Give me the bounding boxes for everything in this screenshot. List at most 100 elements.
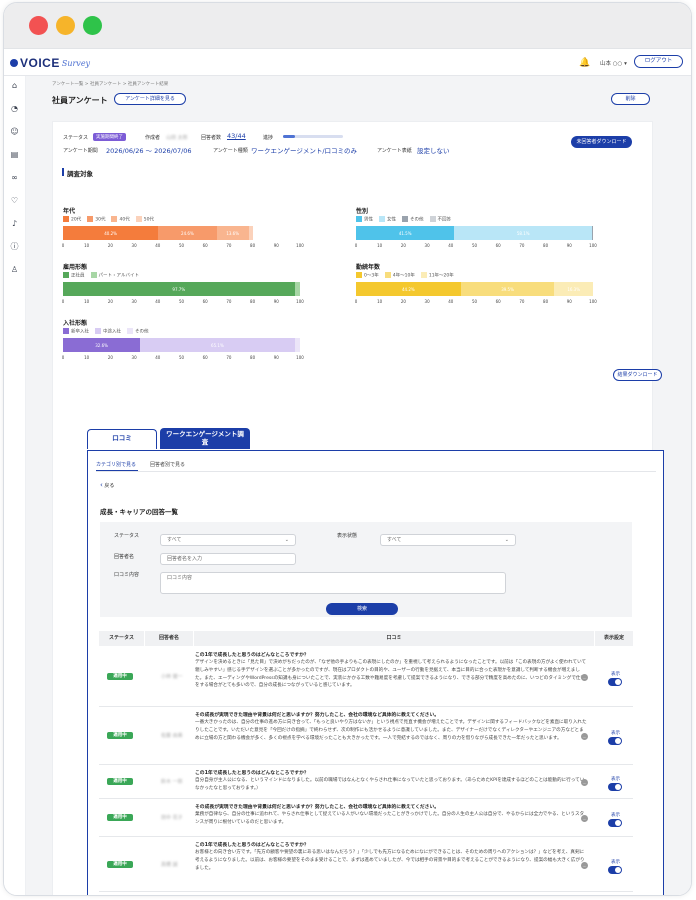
- tick-label: 80: [543, 299, 549, 304]
- tick-label: 20: [107, 243, 113, 248]
- more-icon[interactable]: …: [581, 861, 588, 869]
- delete-button[interactable]: 削除: [611, 93, 650, 105]
- display-toggle-label: 表示: [611, 813, 620, 818]
- bell-icon[interactable]: 🔔: [579, 58, 590, 68]
- more-icon[interactable]: …: [581, 733, 588, 740]
- tick-label: 40: [155, 355, 161, 360]
- x-axis-ticks: 0 10 20 30 40 50 60 70 80 90 100: [355, 299, 597, 305]
- legend-swatch: [63, 272, 69, 278]
- bar-data-label: 39.5%: [501, 286, 514, 292]
- voice-survey-logo[interactable]: VOICE Survey: [10, 56, 90, 70]
- header-status: ステータス: [99, 631, 144, 646]
- document-icon[interactable]: ▤: [9, 149, 20, 160]
- legend-item: 4年〜10年: [384, 272, 415, 279]
- respondents-value[interactable]: 43/44: [227, 132, 246, 140]
- legend-item: パート・アルバイト: [90, 272, 139, 279]
- unanswered-download-button[interactable]: 未回答者ダウンロード: [571, 136, 632, 148]
- more-icon[interactable]: …: [581, 674, 588, 681]
- bar-data-label: 65.1%: [211, 342, 224, 348]
- subtab-by-respondent[interactable]: 回答者別で見る: [150, 461, 185, 468]
- display-toggle[interactable]: [608, 819, 622, 827]
- chart-title: 性別: [356, 208, 369, 215]
- answer-text: デザインを決めるときに「見た目」で決めがちだったのが、「なぜ他の手よりもこの表現…: [195, 660, 587, 689]
- legend-swatch: [127, 328, 133, 334]
- tick-label: 100: [296, 299, 304, 304]
- tick-label: 100: [296, 243, 304, 248]
- tick-label: 30: [131, 243, 137, 248]
- section-marker: [62, 168, 64, 176]
- legend-label: 30代: [95, 217, 106, 223]
- tick-label: 30: [424, 299, 430, 304]
- tick-label: 20: [107, 355, 113, 360]
- legend-swatch: [90, 272, 97, 278]
- user-menu[interactable]: 山本 ○○ ▾: [600, 59, 627, 67]
- close-dot[interactable]: [29, 16, 48, 35]
- tick-label: 20: [107, 299, 113, 304]
- filter-name-input[interactable]: 回答者名を入力: [160, 553, 296, 565]
- chart-title: 雇用形態: [63, 264, 88, 271]
- display-toggle-label: 表示: [611, 672, 620, 677]
- users-icon[interactable]: ☺: [9, 126, 20, 137]
- tick-label: 80: [250, 243, 256, 248]
- legend-swatch: [384, 272, 391, 278]
- chat-icon[interactable]: ◔: [9, 103, 20, 114]
- legend-label: 4年〜10年: [392, 273, 415, 279]
- chart-legend: 20代 30代 40代 50代: [63, 216, 154, 223]
- chevron-down-icon: ⌄: [284, 537, 289, 543]
- filter-status-value: すべて: [167, 537, 182, 543]
- legend-label: 正社員: [71, 273, 85, 279]
- survey-detail-button[interactable]: アンケート詳細を見る: [114, 93, 186, 105]
- tick-label: 70: [226, 299, 232, 304]
- display-toggle-label: 表示: [611, 777, 620, 782]
- status-badge: 適用中: [107, 673, 133, 680]
- maximize-dot[interactable]: [83, 16, 102, 35]
- stacked-bar: 40.2% 24.6% 13.6%: [63, 226, 300, 240]
- tick-label: 50: [178, 243, 185, 248]
- account-icon[interactable]: ♙: [9, 264, 20, 275]
- filter-display-select[interactable]: すべて ⌄: [380, 534, 516, 546]
- minimize-dot[interactable]: [56, 16, 75, 35]
- result-download-button[interactable]: 結果ダウンロード: [613, 369, 662, 381]
- tick-label: 60: [202, 299, 208, 304]
- respondent-name: 田中 花子: [161, 815, 183, 821]
- logout-button[interactable]: ログアウト: [634, 55, 683, 68]
- main-content: アンケート一覧 > 社員アンケート > 社員アンケート結果 社員アンケート アン…: [26, 76, 691, 895]
- filter-box: ステータス すべて ⌄ 表示状態 すべて ⌄ 回答者名 回答者名を入力 口コミ内容 …: [100, 522, 632, 617]
- tick-label: 50: [178, 355, 185, 360]
- filter-comment-input[interactable]: 口コミ内容: [160, 572, 506, 594]
- bar-segment: 40.2%: [63, 226, 159, 240]
- top-bar: VOICE Survey 🔔 山本 ○○ ▾ ログアウト: [4, 49, 691, 76]
- display-toggle[interactable]: [608, 678, 622, 686]
- more-icon[interactable]: …: [581, 815, 588, 822]
- info-icon[interactable]: ⓘ: [9, 241, 20, 252]
- tab-work-engagement[interactable]: ワークエンゲージメント調査: [160, 428, 250, 449]
- filter-status-select[interactable]: すべて ⌄: [160, 534, 296, 546]
- display-toggle[interactable]: [608, 783, 622, 791]
- legend-label: その他: [410, 217, 424, 223]
- display-toggle[interactable]: [608, 865, 622, 874]
- legend-label: その他: [135, 329, 149, 335]
- status-badge: 適用中: [107, 814, 133, 821]
- period-label: アンケート期間: [63, 148, 98, 154]
- home-icon[interactable]: ⌂: [9, 80, 20, 91]
- bar-data-label: 97.7%: [172, 286, 186, 292]
- tick-label: 100: [589, 243, 597, 248]
- author-value: 山田 太郎: [166, 135, 188, 141]
- legend-item: 50代: [135, 216, 154, 223]
- target-section-title: 調査対象: [67, 170, 93, 178]
- display-toggle[interactable]: [608, 737, 622, 745]
- legend-swatch: [402, 216, 408, 222]
- chart-legend: 0〜3年 4年〜10年 11年〜20年: [356, 272, 454, 279]
- link-icon[interactable]: ∞: [9, 172, 20, 183]
- legend-swatch: [111, 216, 118, 222]
- tab-reviews[interactable]: 口コミ: [87, 429, 157, 449]
- notification-icon[interactable]: ♪: [9, 218, 20, 229]
- heart-icon[interactable]: ♡: [9, 195, 20, 206]
- search-button[interactable]: 検索: [326, 603, 398, 615]
- status-badge: 適用中: [107, 778, 133, 785]
- more-icon[interactable]: …: [581, 779, 588, 786]
- tick-label: 60: [495, 299, 501, 304]
- breadcrumb[interactable]: アンケート一覧 > 社員アンケート > 社員アンケート結果: [52, 81, 168, 87]
- subtab-by-category[interactable]: カテゴリ別で見る: [96, 461, 136, 468]
- back-link[interactable]: ‹ 戻る: [100, 481, 114, 489]
